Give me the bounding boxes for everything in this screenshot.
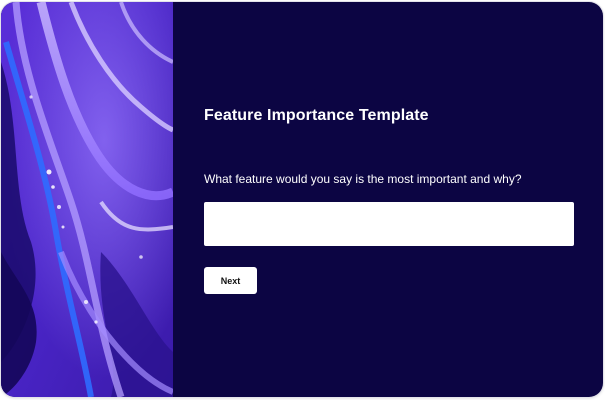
question-label: What feature would you say is the most i…	[204, 172, 522, 186]
abstract-fluid-art-image	[1, 2, 173, 397]
survey-card: Feature Importance Template What feature…	[1, 2, 603, 397]
survey-title: Feature Importance Template	[204, 107, 429, 124]
next-button[interactable]: Next	[204, 267, 257, 294]
survey-content: Feature Importance Template What feature…	[173, 2, 603, 397]
answer-input[interactable]	[204, 202, 574, 246]
